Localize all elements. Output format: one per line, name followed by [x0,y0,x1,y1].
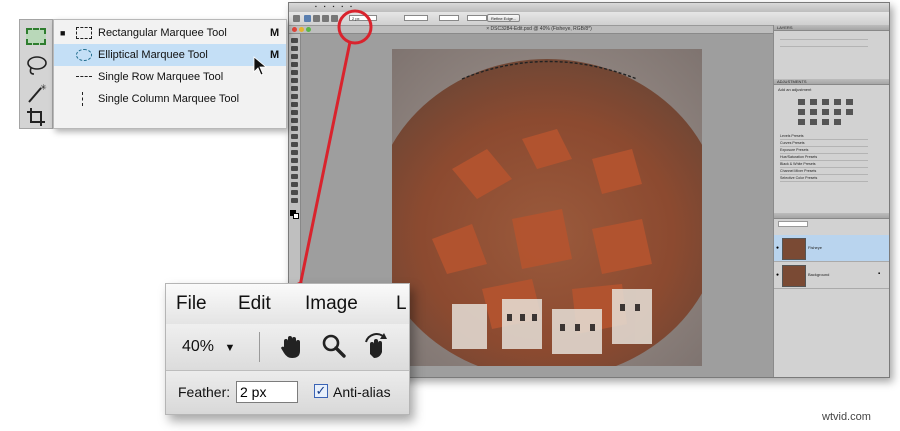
flyout-item-label: Rectangular Marquee Tool [98,27,227,39]
flyout-item-shortcut: M [270,27,280,39]
flyout-item-label: Elliptical Marquee Tool [98,49,208,61]
watermark-text: wtvid.com [822,411,871,423]
row-marquee-icon [76,76,92,78]
antialias-label: Anti-alias [333,384,391,400]
zoom-tool-icon[interactable] [321,333,347,359]
zoom-level-value: 40% [182,338,215,355]
tool-strip: ✳ [19,19,53,129]
chevron-down-icon: ▼ [224,342,236,354]
marquee-tools-flyout: ■ Rectangular Marquee Tool M Elliptical … [53,19,287,129]
mouse-cursor-icon [253,56,268,76]
magic-wand-tool-icon[interactable]: ✳ [25,82,49,104]
zoom-level-select[interactable]: 40% ▼ [182,338,235,356]
feather-input[interactable] [236,381,298,403]
svg-text:✳: ✳ [40,83,47,92]
lasso-tool-icon[interactable] [25,54,49,76]
rotate-view-tool-icon[interactable] [362,332,390,360]
connector-line [298,41,352,287]
flyout-item-single-column-marquee[interactable]: Single Column Marquee Tool [54,88,286,110]
crop-tool-icon[interactable] [25,106,49,128]
hand-tool-icon[interactable] [278,334,304,360]
feather-options-row: Feather: ✓ Anti-alias [166,371,409,414]
toolbar-divider [259,332,260,362]
zoom-tools-row: 40% ▼ [166,324,409,371]
flyout-item-rectangular-marquee[interactable]: ■ Rectangular Marquee Tool M [54,22,286,44]
flyout-item-label: Single Row Marquee Tool [98,71,224,83]
menu-edit[interactable]: Edit [238,293,271,315]
ellipse-marquee-icon [76,49,92,61]
menu-image[interactable]: Image [305,293,358,315]
menubar-zoom: File Edit Image L [166,284,409,325]
feather-label: Feather: [178,384,231,400]
current-tool-indicator: ■ [60,28,66,38]
menu-file[interactable]: File [176,293,207,315]
menu-layer[interactable]: L [396,293,407,315]
flyout-item-label: Single Column Marquee Tool [98,93,240,105]
antialias-checkbox[interactable]: ✓ [314,384,328,398]
highlight-circle [337,9,373,45]
rect-marquee-icon [76,27,92,39]
options-bar-zoom-callout: File Edit Image L 40% ▼ Feather: ✓ Anti-… [165,283,410,415]
marquee-flyout-callout: ✳ ■ Rectangular Marquee Tool M Elliptica… [19,19,287,129]
column-marquee-icon [82,92,84,106]
rect-marquee-tool-icon[interactable] [26,28,46,45]
flyout-item-shortcut: M [270,49,280,61]
